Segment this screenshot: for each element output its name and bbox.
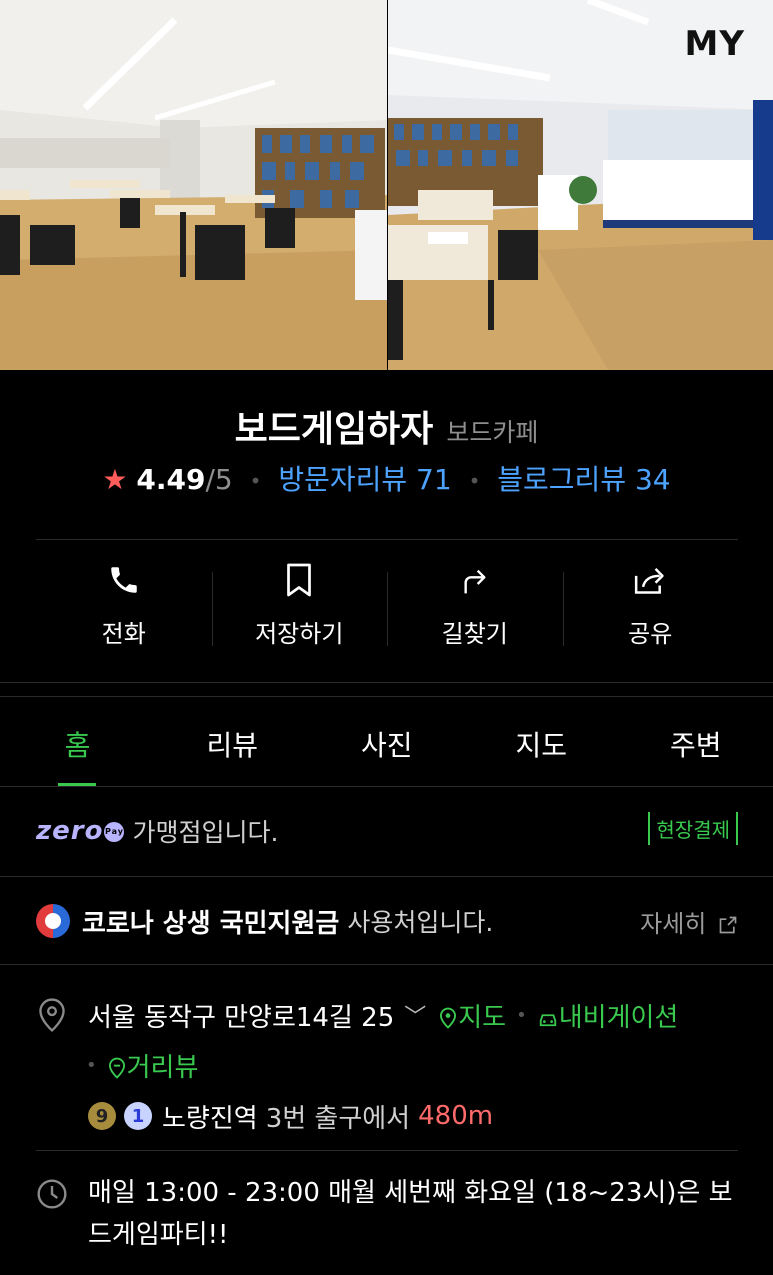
directions-label: 길찾기 xyxy=(441,620,508,648)
corona-support-text: 사용처입니다. xyxy=(347,908,494,937)
subway-line-9-badge: 9 xyxy=(88,1102,116,1130)
photo-gallery[interactable]: MY xyxy=(0,0,773,370)
call-label: 전화 xyxy=(101,620,146,648)
directions-button[interactable]: 길찾기 xyxy=(387,560,563,660)
street-view-icon xyxy=(108,1057,125,1079)
zero-pay-row: zeroPay 가맹점입니다. 현장결제 xyxy=(36,808,738,854)
street-view-link[interactable]: 거리뷰 xyxy=(107,1047,198,1084)
call-button[interactable]: 전화 xyxy=(36,560,212,660)
business-hours[interactable]: 매일 13:00 - 23:00 매월 세번째 화요일 (18~23시)은 보드… xyxy=(36,1172,738,1256)
divider xyxy=(0,786,773,787)
directions-icon xyxy=(459,560,491,600)
tab-home[interactable]: 홈 xyxy=(0,698,155,788)
divider xyxy=(36,1150,738,1151)
corona-support-title: 코로나 상생 국민지원금 xyxy=(82,908,340,939)
station-exit: 3번 출구에서 xyxy=(265,1103,411,1134)
station-name: 노량진역 xyxy=(162,1103,258,1134)
subway-info: 9 1 노량진역 3번 출구에서 480m xyxy=(36,1092,738,1140)
save-label: 저장하기 xyxy=(255,620,344,648)
tab-reviews[interactable]: 리뷰 xyxy=(155,698,310,788)
tab-bar: 홈 리뷰 사진 지도 주변 xyxy=(0,698,773,788)
corona-support-row: 코로나 상생 국민지원금 사용처입니다. 자세히 xyxy=(36,896,738,946)
divider xyxy=(36,539,738,540)
navigation-link[interactable]: 내비게이션 xyxy=(537,997,678,1034)
divider xyxy=(0,876,773,877)
station-distance: 480m xyxy=(418,1101,494,1131)
separator-dot: • xyxy=(86,1054,97,1076)
save-button[interactable]: 저장하기 xyxy=(211,560,388,660)
share-label: 공유 xyxy=(628,620,673,648)
chevron-down-icon[interactable]: ﹀ xyxy=(404,999,426,1031)
zero-pay-logo: zeroPay xyxy=(36,816,125,846)
government-emblem-icon xyxy=(36,904,70,938)
divider xyxy=(0,696,773,697)
phone-icon xyxy=(107,560,141,600)
map-pin-icon xyxy=(440,1007,457,1029)
place-title: 보드게임하자 보드카페 xyxy=(0,400,773,452)
rating-score: 4.49 xyxy=(136,463,206,496)
my-label[interactable]: MY xyxy=(685,24,745,64)
zero-pay-text: 가맹점입니다. xyxy=(132,818,279,847)
tab-nearby[interactable]: 주변 xyxy=(619,698,773,788)
map-link[interactable]: 지도 xyxy=(438,997,506,1034)
separator-dot: • xyxy=(516,1004,527,1026)
place-name: 보드게임하자 xyxy=(234,409,434,450)
subway-line-1-badge: 1 xyxy=(124,1102,152,1130)
clock-icon xyxy=(37,1179,67,1209)
tab-map[interactable]: 지도 xyxy=(464,698,619,788)
bookmark-icon xyxy=(284,560,314,600)
rating-row: ★ 4.49/5 • 방문자리뷰 71 • 블로그리뷰 34 xyxy=(0,458,773,498)
detail-link[interactable]: 자세히 xyxy=(640,904,738,939)
photo-cafe-interior-right[interactable]: MY xyxy=(388,0,773,370)
share-icon xyxy=(632,560,668,600)
address-text[interactable]: 서울 동작구 만양로14길 25 xyxy=(88,997,394,1034)
blog-reviews-link[interactable]: 블로그리뷰 34 xyxy=(497,463,670,496)
car-icon xyxy=(539,1014,556,1027)
star-icon: ★ xyxy=(102,463,128,496)
onsite-payment-badge: 현장결제 xyxy=(648,812,738,845)
address-block: 서울 동작구 만양로14길 25 ﹀ 지도 • 내비게이션 • 거리뷰 9 1 … xyxy=(36,992,738,1140)
photo-cafe-interior-left[interactable] xyxy=(0,0,387,370)
tab-photos[interactable]: 사진 xyxy=(310,698,465,788)
rating-max: /5 xyxy=(205,463,233,496)
place-category: 보드카페 xyxy=(446,418,539,447)
visitor-reviews-link[interactable]: 방문자리뷰 71 xyxy=(278,463,451,496)
pay-mark: Pay xyxy=(104,821,125,842)
separator-dot: • xyxy=(468,469,481,493)
location-pin-icon xyxy=(39,998,65,1032)
share-button[interactable]: 공유 xyxy=(562,560,739,660)
divider xyxy=(0,964,773,965)
external-link-icon xyxy=(719,916,737,933)
divider xyxy=(0,682,773,683)
action-bar: 전화 저장하기 길찾기 공유 xyxy=(36,560,738,660)
hours-text: 매일 13:00 - 23:00 매월 세번째 화요일 (18~23시)은 보드… xyxy=(88,1178,733,1250)
separator-dot: • xyxy=(249,469,262,493)
